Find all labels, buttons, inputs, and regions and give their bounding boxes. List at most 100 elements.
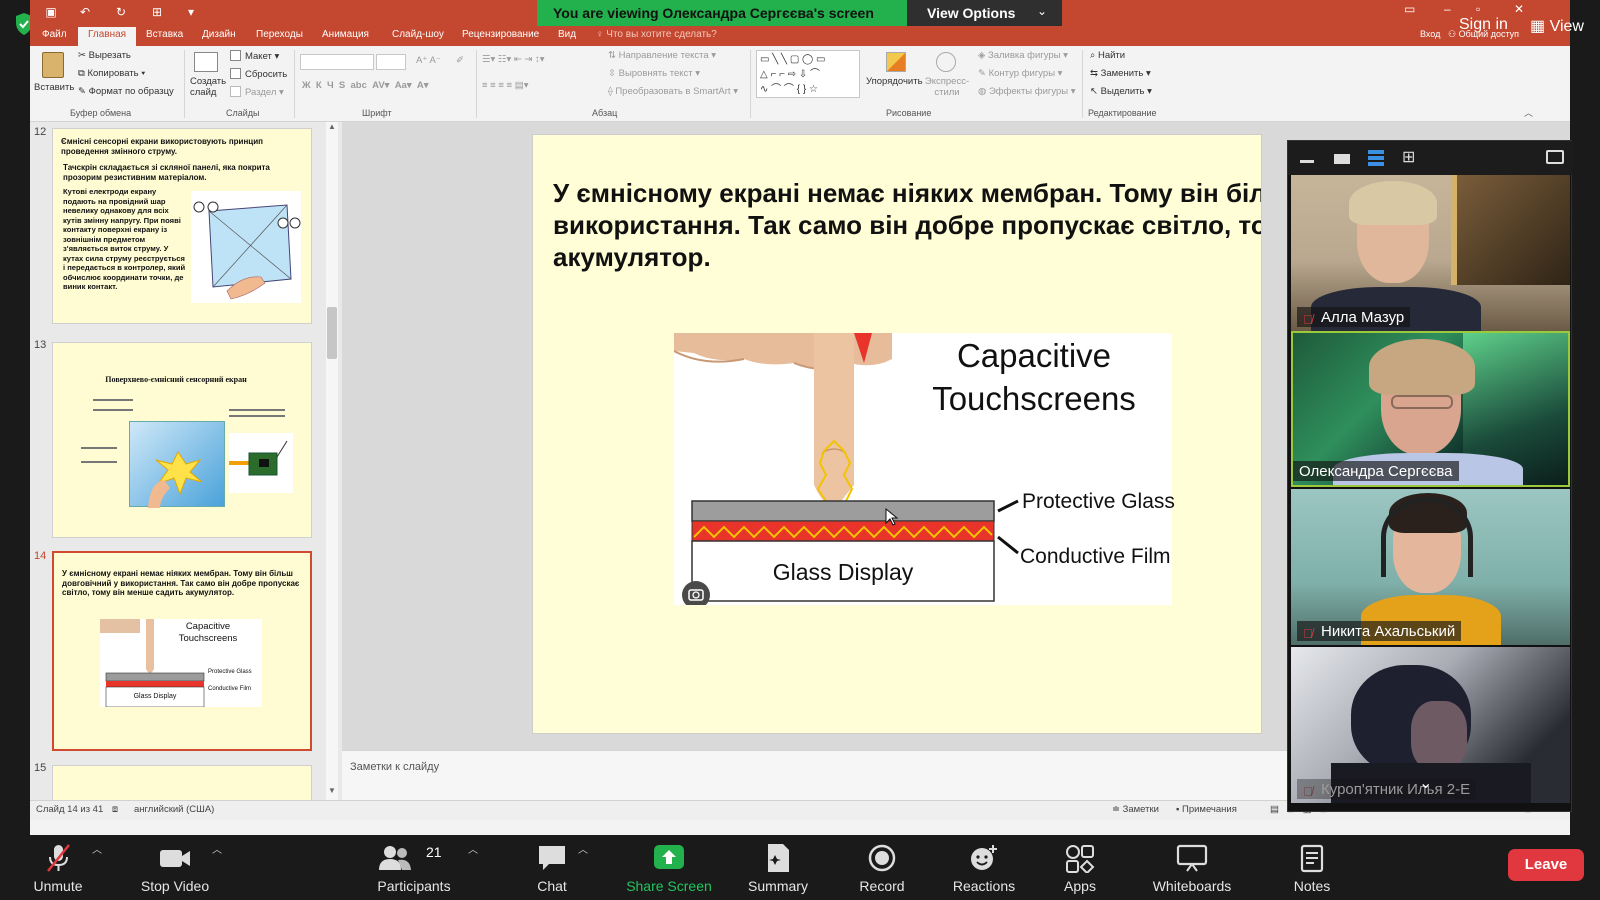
participant-name-badge: 🎙̸ Алла Мазур <box>1297 307 1411 327</box>
quick-styles-icon <box>936 52 956 72</box>
tab-slideshow[interactable]: Слайд-шоу <box>392 29 444 40</box>
slide-thumbnail-13[interactable]: Поверхнево-ємнісний сенсорний екран <box>52 342 312 538</box>
chat-caret-icon[interactable]: ︿ <box>578 841 588 856</box>
minimize-video-icon[interactable] <box>1300 150 1314 166</box>
save-icon[interactable]: ▣ <box>44 5 58 19</box>
leave-button[interactable]: Leave <box>1508 849 1584 881</box>
text-direction-icon: ⇅ <box>608 50 619 61</box>
slides-group-label: Слайды <box>226 108 260 118</box>
tab-transitions[interactable]: Переходы <box>256 29 303 40</box>
thumbnails-scrollbar[interactable]: ▲ ▼ <box>326 122 338 800</box>
tell-me-search[interactable]: ♀ Что вы хотите сделать? <box>596 29 717 40</box>
thumb-caption-lines <box>229 409 285 417</box>
scroll-down-icon[interactable]: ▼ <box>328 786 336 795</box>
slide-thumbnail-12[interactable]: Ємнісні сенсорні екрани використовують п… <box>52 128 312 324</box>
find-button[interactable]: ⌕ Найти <box>1090 50 1125 61</box>
participant-video-tile[interactable]: Олександра Сергєєва <box>1291 331 1570 487</box>
participants-button[interactable]: 21 Participants <box>366 835 462 900</box>
slideshow-icon[interactable]: ⊞ <box>150 5 164 19</box>
font-size-select[interactable] <box>376 54 406 70</box>
participant-video-tile[interactable]: 🎙̸ Алла Мазур <box>1291 175 1570 331</box>
reactions-button[interactable]: Reactions <box>936 835 1032 900</box>
section-button[interactable]: Раздел ▾ <box>230 86 284 98</box>
grow-font-icon[interactable]: A⁺ A⁻ <box>416 55 441 66</box>
view-options-button[interactable]: View Options ⌄ <box>907 0 1062 26</box>
notes-toggle[interactable]: ≐ Заметки <box>1112 804 1159 815</box>
tab-home[interactable]: Главная <box>78 27 137 46</box>
unmute-button[interactable]: Unmute <box>14 835 102 900</box>
speaker-view-icon[interactable] <box>1334 150 1350 166</box>
tab-animation[interactable]: Анимация <box>322 29 369 40</box>
slide-thumbnail-15[interactable] <box>52 765 312 800</box>
new-slide-button[interactable]: Создать слайд <box>188 50 226 104</box>
shapes-gallery[interactable]: ▭ ╲ ╲ ▢ ◯ ▭ △ ⌐ ⌐ ⇨ ⇩ ⌒ ∿ ⌒ ⌒ { } ☆ <box>756 50 860 98</box>
shape-outline-button[interactable]: ✎ Контур фигуры ▾ <box>978 68 1062 79</box>
sign-in-button[interactable]: Sign in <box>1459 16 1508 34</box>
thumb-text: Тачскрін складається зі скляної панелі, … <box>63 163 270 182</box>
reset-button[interactable]: Сбросить <box>230 68 287 80</box>
apps-button[interactable]: Apps <box>1040 835 1120 900</box>
close-icon[interactable]: ✕ <box>1514 2 1524 16</box>
slide-title-text[interactable]: У ємнісному екрані немає ніяких мембран.… <box>553 177 1261 273</box>
gallery-grid-icon[interactable]: ⊞ <box>1402 150 1420 166</box>
controller-image <box>229 433 293 493</box>
tab-design[interactable]: Дизайн <box>202 29 236 40</box>
layout-button[interactable]: Макет ▾ <box>230 50 279 62</box>
clear-format-icon[interactable]: ✐ <box>456 55 464 66</box>
maximize-icon[interactable]: ▫ <box>1476 2 1480 16</box>
participant-video-tile[interactable]: 🎙̸ Никита Ахальський <box>1291 489 1570 645</box>
list-buttons[interactable]: ☰▾ ☷▾ ⇤ ⇥ ↕▾ <box>482 54 545 65</box>
shape-effects-button[interactable]: ◍ Эффекты фигуры ▾ <box>978 86 1076 97</box>
participant-video-tile[interactable]: 🎙̸ Куроп'ятник Илья 2-Е ⌄ <box>1291 647 1570 803</box>
notes-button[interactable]: Notes <box>1274 835 1350 900</box>
video-options-caret-icon[interactable]: ︿ <box>212 841 222 856</box>
popout-icon[interactable] <box>1546 150 1564 166</box>
quick-styles-button[interactable]: Экспресс-стили <box>922 50 972 104</box>
font-style-buttons[interactable]: Ж К Ч S abc AV▾ Aa▾ A▾ <box>302 80 429 91</box>
customize-icon[interactable]: ▾ <box>184 5 198 19</box>
comments-toggle[interactable]: ▪ Примечания <box>1176 804 1237 815</box>
reset-icon <box>230 68 241 79</box>
language-indicator[interactable]: английский (США) <box>134 804 214 815</box>
minimize-icon[interactable]: – <box>1444 2 1451 16</box>
audio-options-caret-icon[interactable]: ︿ <box>92 841 102 856</box>
participants-caret-icon[interactable]: ︿ <box>468 841 478 856</box>
share-screen-button[interactable]: Share Screen <box>614 835 724 900</box>
align-buttons[interactable]: ≡ ≡ ≡ ≡ ▤▾ <box>482 80 528 91</box>
slide-thumbnail-14[interactable]: У ємнісному екрані немає ніяких мембран.… <box>52 551 312 751</box>
align-text-button[interactable]: ⇳ Выровнять текст ▾ <box>608 68 700 79</box>
whiteboards-button[interactable]: Whiteboards <box>1136 835 1248 900</box>
font-name-select[interactable] <box>300 54 374 70</box>
text-direction-button[interactable]: ⇅ Направление текста ▾ <box>608 50 716 61</box>
filmstrip-view-icon[interactable] <box>1368 150 1384 166</box>
tab-file[interactable]: Файл <box>42 29 67 40</box>
format-painter-button[interactable]: ✎ Формат по образцу <box>78 86 174 97</box>
redo-icon[interactable]: ↻ <box>114 5 128 19</box>
paste-button[interactable]: Вставить <box>34 50 74 100</box>
login-link[interactable]: Вход <box>1420 29 1440 39</box>
ribbon-display-icon[interactable]: ▭ <box>1404 2 1415 16</box>
shape-fill-button[interactable]: ◈ Заливка фигуры ▾ <box>978 50 1068 61</box>
tab-review[interactable]: Рецензирование <box>462 29 539 40</box>
tab-view[interactable]: Вид <box>558 29 576 40</box>
select-button[interactable]: ↖ Выделить ▾ <box>1090 86 1152 97</box>
shape-fill-label: Заливка фигуры <box>987 50 1061 61</box>
arrange-button[interactable]: Упорядочить <box>866 50 923 104</box>
smartart-button[interactable]: ⟠ Преобразовать в SmartArt ▾ <box>608 86 738 97</box>
record-button[interactable]: Record <box>840 835 924 900</box>
stop-video-button[interactable]: Stop Video <box>128 835 222 900</box>
current-slide[interactable]: У ємнісному екрані немає ніяких мембран.… <box>532 134 1262 734</box>
tab-insert[interactable]: Вставка <box>146 29 183 40</box>
summary-button[interactable]: Summary <box>736 835 820 900</box>
view-button[interactable]: ▦ View <box>1530 16 1584 36</box>
capacitive-touchscreen-image[interactable]: Capacitive Touchscreens Protective Glass… <box>673 333 1175 609</box>
replace-button[interactable]: ⇆ Заменить ▾ <box>1090 68 1151 79</box>
scroll-up-icon[interactable]: ▲ <box>328 122 336 131</box>
collapse-ribbon-icon[interactable]: ︿ <box>1524 106 1533 119</box>
copy-button[interactable]: ⧉ Копировать ▾ <box>78 68 145 79</box>
scrollbar-thumb[interactable] <box>327 307 337 359</box>
undo-icon[interactable]: ↶ <box>78 5 92 19</box>
scroll-more-chevron-icon[interactable]: ⌄ <box>1419 773 1432 793</box>
cut-button[interactable]: ✂ Вырезать <box>78 50 131 61</box>
spellcheck-icon[interactable]: ⧈ <box>112 804 118 815</box>
